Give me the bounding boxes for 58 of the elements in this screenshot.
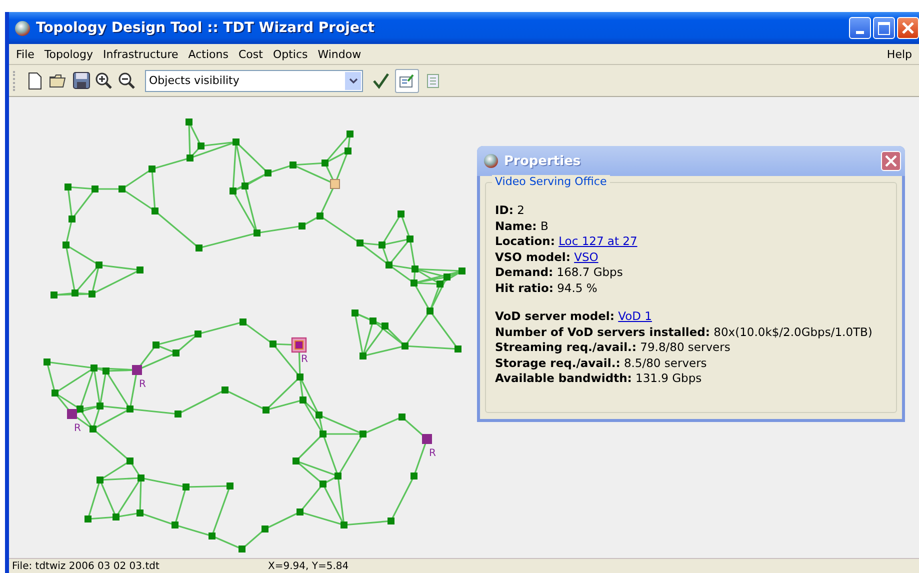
property-label: Hit ratio: [495, 280, 554, 294]
menu-item[interactable]: Optics [268, 48, 313, 60]
objects-visibility-dropdown[interactable]: Objects visibility [145, 70, 363, 92]
window-title: Topology Design Tool :: TDT Wizard Project [36, 20, 374, 36]
property-value: 131.9 Gbps [636, 371, 702, 385]
property-label: Name: [495, 218, 537, 232]
node-label: R [139, 379, 146, 390]
property-label: ID: [495, 203, 514, 217]
node-label: R [301, 354, 308, 365]
property-label: Demand: [495, 265, 554, 279]
save-icon[interactable] [72, 70, 90, 92]
property-label: Number of VoD servers installed: [495, 324, 710, 338]
menu-item[interactable]: File [11, 48, 40, 60]
group-title: Video Serving Office [492, 175, 610, 188]
property-value: 79.8/80 servers [640, 340, 730, 354]
node[interactable] [67, 409, 77, 419]
property-value: 2 [517, 203, 524, 217]
menu-item[interactable]: Help [882, 48, 917, 60]
node-label: R [74, 423, 81, 434]
property-link[interactable]: Loc 127 at 27 [558, 234, 638, 248]
property-label: Storage req./avail.: [495, 356, 620, 370]
close-button[interactable] [897, 17, 919, 39]
menu-item[interactable]: Infrastructure [98, 48, 184, 60]
property-label: VoD server model: [495, 309, 614, 323]
close-button[interactable] [881, 151, 901, 171]
property-value: B [540, 218, 548, 232]
close-icon [885, 155, 897, 167]
property-label: Streaming req./avail.: [495, 340, 636, 354]
globe-icon [15, 20, 30, 36]
property-label: VSO model: [495, 250, 570, 264]
minimize-icon [856, 30, 864, 34]
property-link[interactable]: VoD 1 [618, 309, 652, 323]
property-label: Location: [495, 234, 555, 248]
menu-item[interactable]: Topology [39, 48, 98, 60]
menu-item[interactable]: Cost [233, 48, 268, 60]
node[interactable] [132, 365, 142, 375]
property-value: 8.5/80 servers [624, 356, 707, 370]
close-icon [901, 21, 915, 35]
panel-title: Properties [504, 154, 581, 168]
property-link[interactable]: VSO [574, 250, 598, 264]
globe-icon [484, 154, 498, 168]
property-value: 94.5 % [557, 280, 598, 294]
property-label: Available bandwidth: [495, 371, 632, 385]
minimize-button[interactable] [849, 17, 871, 39]
new-file-icon[interactable] [26, 70, 44, 92]
selected-node[interactable] [291, 337, 307, 353]
status-coordinates: X=9.94, Y=5.84 [268, 560, 349, 572]
pin-note-icon[interactable] [395, 68, 419, 92]
status-file: File: tdtwiz 2006 03 02 03.tdt [11, 560, 160, 572]
node[interactable] [422, 434, 432, 444]
menu-item[interactable]: Window [312, 48, 366, 60]
chevron-down-icon [345, 72, 361, 90]
maximize-icon [878, 22, 890, 34]
property-value: 168.7 Gbps [556, 265, 623, 279]
property-value: 80x(10.0k$/2.0Gbps/1.0TB) [714, 324, 872, 338]
maximize-button[interactable] [873, 17, 895, 39]
menu-item[interactable]: Actions [183, 48, 234, 60]
node-label: R [429, 448, 436, 459]
